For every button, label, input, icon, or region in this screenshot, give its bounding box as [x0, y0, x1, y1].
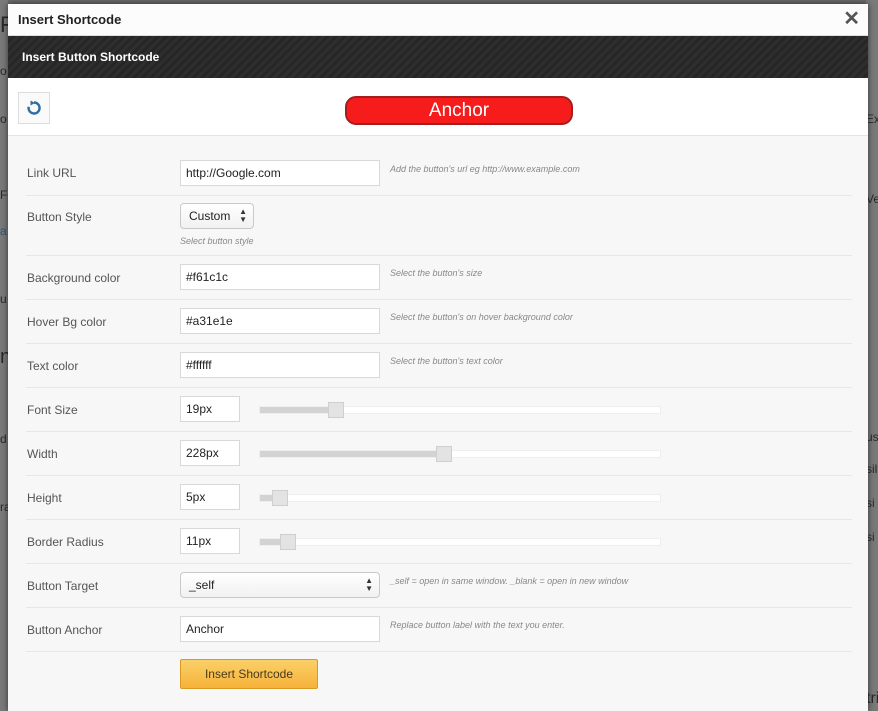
background-color-input[interactable] — [180, 264, 380, 290]
width-input[interactable] — [180, 440, 240, 466]
button-style-label: Button Style — [27, 210, 92, 224]
modal-title: Insert Shortcode — [18, 12, 122, 27]
background-text: d — [0, 432, 7, 446]
border-radius-input[interactable] — [180, 528, 240, 554]
row-hover-bg-color: Hover Bg color Select the button's on ho… — [26, 300, 852, 344]
border-radius-slider[interactable] — [259, 534, 661, 550]
row-width: Width — [26, 432, 852, 476]
width-label: Width — [27, 447, 58, 461]
height-label: Height — [27, 491, 62, 505]
button-style-help: Select button style — [180, 236, 254, 246]
font-size-input[interactable] — [180, 396, 240, 422]
row-button-anchor: Button Anchor Replace button label with … — [26, 608, 852, 652]
shortcode-form: Link URL Add the button's url eg http://… — [8, 136, 868, 711]
button-target-help: _self = open in same window. _blank = op… — [390, 576, 629, 586]
hover-bg-color-input[interactable] — [180, 308, 380, 334]
font-size-slider-handle[interactable] — [328, 402, 344, 418]
button-anchor-label: Button Anchor — [27, 623, 103, 637]
border-radius-label: Border Radius — [27, 535, 104, 549]
text-color-input[interactable] — [180, 352, 380, 378]
hover-bg-color-help: Select the button's on hover background … — [390, 312, 573, 322]
row-background-color: Background color Select the button's siz… — [26, 256, 852, 300]
close-icon[interactable]: ✕ — [843, 8, 860, 30]
text-color-label: Text color — [27, 359, 79, 373]
background-text: a — [0, 224, 7, 238]
height-slider[interactable] — [259, 490, 661, 506]
refresh-icon[interactable] — [18, 92, 50, 124]
button-anchor-input[interactable] — [180, 616, 380, 642]
background-text: o — [0, 112, 7, 126]
row-height: Height — [26, 476, 852, 520]
text-color-help: Select the button's text color — [390, 356, 503, 366]
button-target-value: _self — [189, 578, 215, 592]
select-arrows-icon: ▲ ▼ — [365, 576, 373, 593]
background-text: o — [0, 64, 7, 78]
button-preview[interactable]: Anchor — [345, 96, 573, 125]
width-slider-fill — [260, 451, 444, 457]
insert-shortcode-button[interactable]: Insert Shortcode — [180, 659, 318, 689]
background-text: u — [0, 292, 7, 306]
button-anchor-help: Replace button label with the text you e… — [390, 620, 565, 630]
button-target-select[interactable]: _self ▲ ▼ — [180, 572, 380, 598]
font-size-slider-fill — [260, 407, 336, 413]
link-url-input[interactable] — [180, 160, 380, 186]
button-target-label: Button Target — [27, 579, 99, 593]
row-text-color: Text color Select the button's text colo… — [26, 344, 852, 388]
row-border-radius: Border Radius — [26, 520, 852, 564]
width-slider[interactable] — [259, 446, 661, 462]
select-arrows-icon: ▲ ▼ — [239, 207, 247, 224]
button-style-select[interactable]: Custom ▲ ▼ — [180, 203, 254, 229]
insert-shortcode-modal: Insert Shortcode ✕ Insert Button Shortco… — [8, 4, 868, 711]
width-slider-handle[interactable] — [436, 446, 452, 462]
font-size-slider[interactable] — [259, 402, 661, 418]
preview-bar: Anchor — [8, 78, 868, 136]
link-url-label: Link URL — [27, 166, 77, 180]
button-style-value: Custom — [189, 209, 231, 223]
row-button-target: Button Target _self ▲ ▼ _self = open in s… — [26, 564, 852, 608]
hover-bg-color-label: Hover Bg color — [27, 315, 107, 329]
height-input[interactable] — [180, 484, 240, 510]
modal-titlebar: Insert Shortcode ✕ — [8, 4, 868, 36]
border-radius-slider-handle[interactable] — [280, 534, 296, 550]
link-url-help: Add the button's url eg http://www.examp… — [390, 164, 580, 174]
row-font-size: Font Size — [26, 388, 852, 432]
row-button-style: Button Style Custom ▲ ▼ Select button sty… — [26, 196, 852, 256]
row-link-url: Link URL Add the button's url eg http://… — [26, 136, 852, 196]
background-color-label: Background color — [27, 271, 121, 285]
shortcode-header-title: Insert Button Shortcode — [22, 50, 160, 64]
background-color-help: Select the button's size — [390, 268, 483, 278]
font-size-label: Font Size — [27, 403, 78, 417]
shortcode-header: Insert Button Shortcode — [8, 36, 868, 78]
height-slider-handle[interactable] — [272, 490, 288, 506]
